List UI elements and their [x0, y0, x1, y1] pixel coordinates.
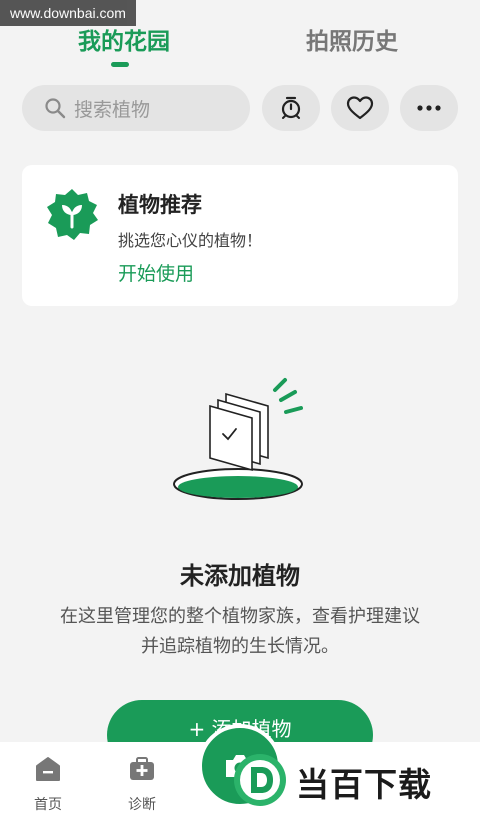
heart-icon: [346, 96, 374, 120]
sprout-badge-icon: [47, 189, 98, 240]
search-input[interactable]: 搜索植物: [22, 85, 250, 131]
empty-state-description: 在这里管理您的整个植物家族，查看护理建议并追踪植物的生长情况。: [60, 606, 420, 657]
favorites-button[interactable]: [331, 85, 389, 131]
get-started-link[interactable]: 开始使用: [118, 259, 194, 286]
plant-recommendation-card[interactable]: 植物推荐 挑选您心仪的植物！ 开始使用: [22, 165, 458, 306]
nav-label-home: 首页: [34, 797, 62, 813]
tab-photo-history[interactable]: 拍照历史: [306, 22, 398, 56]
brand-logo: [234, 754, 286, 806]
search-icon: [45, 98, 66, 119]
empty-state-title: 未添加植物: [180, 562, 300, 590]
search-placeholder: 搜索植物: [74, 98, 151, 121]
top-tabs: 我的花园 拍照历史: [0, 22, 480, 72]
nav-item-diagnosis[interactable]: 诊断: [112, 756, 172, 814]
more-icon: [417, 105, 441, 111]
reminder-button[interactable]: [262, 85, 320, 131]
active-tab-indicator: [111, 62, 129, 67]
card-subtitle: 挑选您心仪的植物！: [118, 231, 263, 250]
diagnosis-icon: [130, 757, 154, 780]
empty-garden-illustration: [173, 378, 303, 500]
timer-icon: [281, 96, 301, 119]
brand-watermark-text: 当百下载: [296, 765, 432, 804]
card-title: 植物推荐: [118, 193, 202, 217]
more-button[interactable]: [400, 85, 458, 131]
tab-my-garden[interactable]: 我的花园: [78, 22, 170, 56]
nav-label-diagnosis: 诊断: [128, 797, 156, 813]
home-icon: [36, 757, 60, 781]
nav-item-home[interactable]: 首页: [18, 756, 78, 814]
